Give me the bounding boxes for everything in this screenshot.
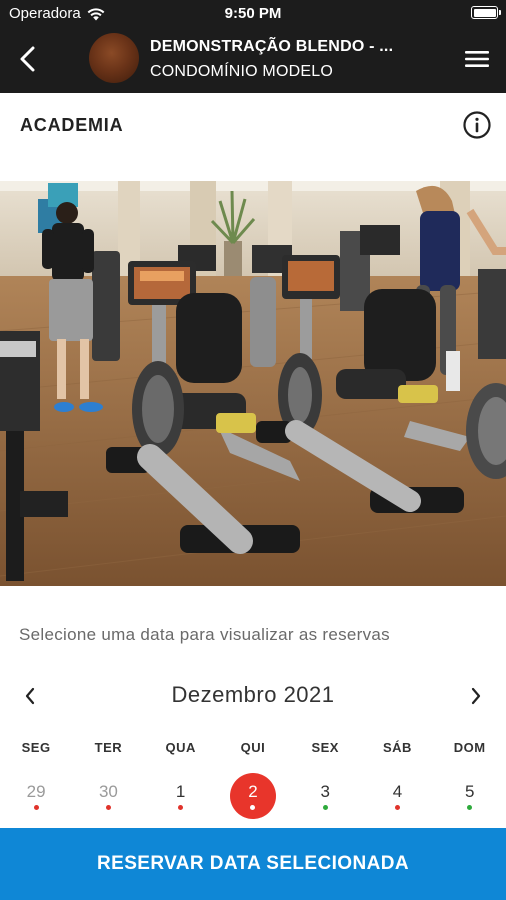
status-bar: Operadora 9:50 PM	[0, 0, 506, 28]
weekday-label: TER	[94, 740, 123, 755]
weekday-label: DOM	[453, 740, 486, 755]
calendar-week-row: 29 30 1 2 3 4 5	[0, 773, 506, 819]
gym-photo-illustration	[0, 181, 506, 586]
reservation-dot	[178, 805, 184, 810]
amenity-photo	[0, 181, 506, 586]
calendar-day[interactable]: 4	[361, 773, 433, 819]
battery-icon	[471, 6, 501, 19]
condominium-subtitle: CONDOMÍNIO MODELO	[150, 63, 333, 80]
month-label: Dezembro 2021	[171, 682, 335, 707]
reservation-dot	[322, 805, 328, 810]
weekday-label: SEX	[311, 740, 339, 755]
day-number: 3	[320, 782, 330, 801]
menu-button[interactable]	[464, 47, 490, 71]
back-arrow-icon	[20, 46, 35, 72]
reservation-dot	[394, 805, 400, 810]
calendar-day[interactable]: 5	[434, 773, 506, 819]
info-icon	[463, 111, 491, 139]
carrier-group: Operadora	[9, 5, 105, 22]
reservation-dot	[105, 805, 111, 810]
next-month-button[interactable]	[462, 682, 490, 710]
calendar-day[interactable]: 2	[217, 773, 289, 819]
reserve-date-button[interactable]: RESERVAR DATA SELECIONADA	[0, 828, 506, 900]
reservation-dot	[33, 805, 39, 810]
header-titles: DEMONSTRAÇÃO BLENDO - ... CONDOMÍNIO MOD…	[150, 38, 450, 81]
calendar-day[interactable]: 3	[289, 773, 361, 819]
back-button[interactable]	[12, 42, 44, 76]
calendar-hint: Selecione uma data para visualizar as re…	[19, 625, 390, 644]
reservation-dot	[467, 805, 473, 810]
weekday-label: SEG	[21, 740, 51, 755]
section-header: ACADEMIA	[0, 93, 506, 181]
wifi-icon	[87, 7, 105, 20]
condominium-avatar	[89, 33, 139, 83]
calendar-day[interactable]: 1	[145, 773, 217, 819]
day-number: 1	[175, 782, 186, 801]
info-button[interactable]	[462, 110, 492, 140]
calendar-day[interactable]: 29	[0, 773, 72, 819]
day-number: 30	[98, 782, 118, 801]
app-header: Operadora 9:50 PM DEMONSTRAÇÃO BLENDO - …	[0, 0, 506, 93]
hamburger-menu-icon	[465, 51, 489, 67]
calendar-day[interactable]: 30	[72, 773, 144, 819]
day-number: 2	[248, 782, 258, 801]
weekday-label: QUA	[165, 740, 196, 755]
day-number: 4	[392, 782, 403, 801]
weekday-label: QUI	[240, 740, 266, 755]
weekday-header: SEG TER QUA QUI SEX SÁB DOM	[0, 740, 506, 755]
condominium-title: DEMONSTRAÇÃO BLENDO - ...	[150, 38, 394, 55]
day-number: 5	[464, 782, 475, 801]
weekday-label: SÁB	[382, 740, 412, 755]
month-navigator: Dezembro 2021	[0, 676, 506, 716]
chevron-right-icon	[471, 687, 481, 705]
carrier-name: Operadora	[9, 5, 81, 22]
day-number: 29	[26, 782, 46, 801]
page-title: ACADEMIA	[20, 115, 124, 135]
